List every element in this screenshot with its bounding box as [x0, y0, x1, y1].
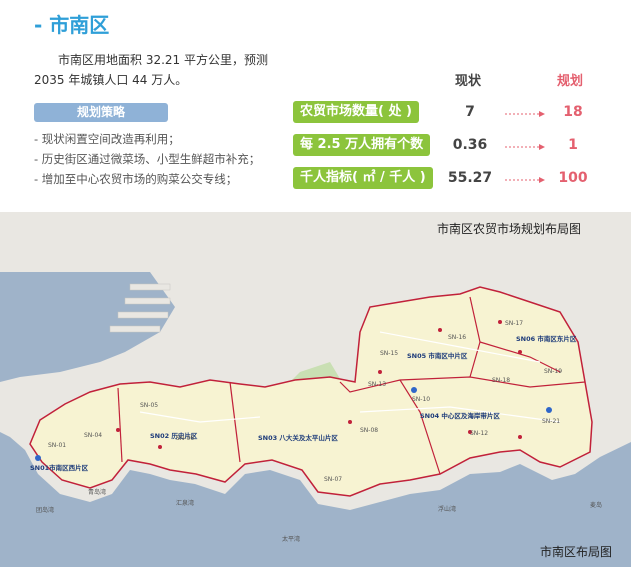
unit-label: SN-06: [176, 435, 195, 442]
unit-label: SN-07: [324, 476, 343, 483]
metric-label-per-population: 每 2.5 万人拥有个数: [293, 134, 431, 156]
unit-label: SN-16: [448, 334, 467, 341]
unit-label: SN-19: [544, 368, 563, 375]
unit-label: SN-04: [84, 432, 103, 439]
strategy-item: - 增加至中心农贸市场的购菜公交专线；: [34, 172, 238, 186]
zone-label: SN01市南区西片区: [30, 464, 89, 472]
metric-label-market-count: 农贸市场数量( 处 ): [293, 101, 419, 123]
water-label: 浮山湾: [438, 506, 457, 513]
unit-label: SN-18: [492, 377, 511, 384]
unit-label: SN-13: [368, 381, 387, 388]
strategy-item: - 历史街区通过微菜场、小型生鲜超市补充；: [34, 152, 261, 166]
zone-label: SN04 中心区及海岸带片区: [420, 412, 500, 420]
arrow-right-icon: [505, 177, 545, 183]
strategy-item: - 现状闲置空间改造再利用；: [34, 132, 180, 146]
zone-label: SN05 市南区中片区: [407, 352, 468, 360]
zone-label: SN03 八大关及太平山片区: [258, 434, 338, 442]
water-label: 麦岛: [590, 502, 603, 509]
metric-planned-per-thousand: 100: [558, 170, 588, 186]
arrow-right-icon: [505, 144, 545, 150]
unit-label: SN-08: [360, 427, 379, 434]
unit-label: SN-10: [412, 396, 431, 403]
map-legend: 市南区布局图: [540, 545, 613, 559]
metric-planned-per-population: 1: [568, 137, 578, 153]
zone-label: SN06 市南区东片区: [516, 335, 577, 343]
water-label: 汇泉湾: [176, 500, 195, 507]
map-title: 市南区农贸市场规划布局图: [437, 222, 582, 236]
metric-current-per-population: 0.36: [452, 137, 488, 153]
unit-label: SN-05: [140, 402, 159, 409]
intro-text: 市南区用地面积 32.21 平方公里，预测 2035 年城镇人口 44 万人。: [34, 53, 268, 87]
metric-planned-market-count: 18: [563, 104, 583, 120]
water-label: 团岛湾: [36, 507, 55, 514]
column-current-header: 现状: [455, 74, 482, 89]
metric-current-per-thousand: 55.27: [447, 170, 493, 186]
unit-label: SN-17: [505, 320, 524, 327]
water-label: 太平湾: [282, 536, 301, 543]
unit-label: SN-21: [542, 418, 561, 425]
strategy-label: 规划策略: [34, 103, 168, 122]
district-map: [0, 212, 631, 567]
page-title: - 市南区: [34, 13, 110, 37]
unit-label: SN-15: [380, 350, 399, 357]
arrow-right-icon: [505, 111, 545, 117]
unit-label: SN-12: [470, 430, 489, 437]
water-label: 青岛湾: [88, 489, 107, 496]
unit-label: SN-01: [48, 442, 67, 449]
column-planned-header: 规划: [557, 74, 584, 89]
metric-label-per-thousand: 千人指标( ㎡ / 千人 ): [293, 167, 433, 189]
metric-current-market-count: 7: [465, 104, 475, 120]
